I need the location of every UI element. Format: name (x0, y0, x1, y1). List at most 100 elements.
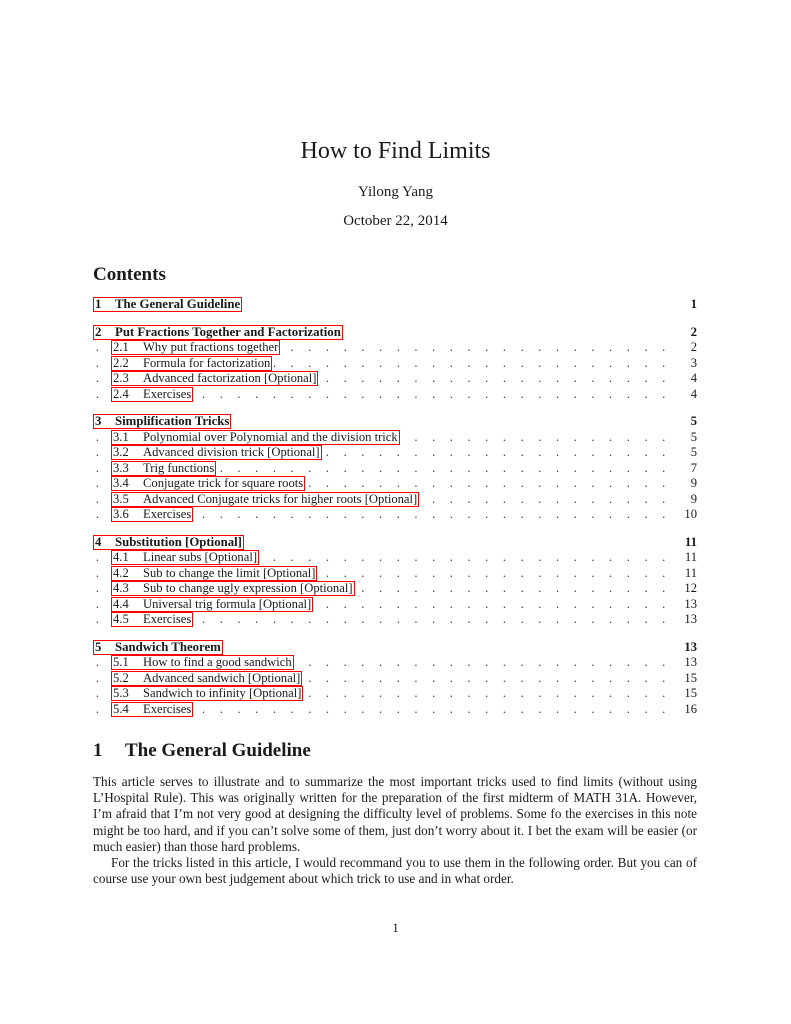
toc-link[interactable]: 2 Put Fractions Together and Factorizatio… (93, 324, 343, 340)
toc-label: Simplification Tricks (115, 414, 230, 428)
toc-link[interactable]: 3.3 Trig functions (111, 460, 217, 476)
toc-page-number: 4 (690, 386, 697, 401)
toc-subsection-2-3: . . . . . . . . . . . . . . . . . . . . … (93, 371, 697, 387)
toc-link[interactable]: 5.1 How to find a good sandwich (111, 655, 294, 670)
toc-number: 4.2 (113, 565, 129, 580)
toc-label: Universal trig formula [Optional] (143, 596, 312, 611)
toc-link[interactable]: 1 The General Guideline (93, 297, 243, 312)
toc-section-3: 3 Simplification Tricks 5 (93, 414, 697, 430)
toc-link[interactable]: 3.5 Advanced Conjugate tricks for higher … (111, 491, 420, 507)
toc-link[interactable]: 3.6 Exercises (111, 507, 194, 522)
table-of-contents: 1 The General Guideline 1 2 Put Fractions To… (93, 297, 697, 717)
toc-label: Advanced Conjugate tricks for higher roo… (143, 491, 418, 506)
toc-subsection-2-4: . . . . . . . . . . . . . . . . . . . . … (93, 386, 697, 403)
toc-label: The General Guideline (115, 297, 241, 311)
section-title: The General Guideline (125, 740, 311, 761)
toc-number: 2.3 (113, 371, 129, 385)
toc-page-number: 12 (684, 581, 697, 595)
toc-number: 3 (95, 414, 102, 428)
toc-label: Advanced division trick [Optional] (143, 445, 320, 459)
document-date: October 22, 2014 (343, 213, 448, 229)
toc-label: Exercises (143, 612, 192, 626)
toc-number: 3.6 (113, 507, 129, 521)
toc-link[interactable]: 4 Substitution [Optional] (93, 534, 244, 550)
toc-label: Substitution [Optional] (115, 534, 242, 549)
section-number: 1 (93, 740, 103, 761)
toc-link[interactable]: 2.3 Advanced factorization [Optional] (111, 371, 319, 386)
toc-label: Formula for factorization (143, 355, 271, 370)
toc-page-number: 16 (684, 701, 697, 716)
toc-link[interactable]: 3.2 Advanced division trick [Optional] (111, 445, 322, 460)
toc-subsection-3-6: . . . . . . . . . . . . . . . . . . . . … (93, 507, 697, 523)
toc-page-number: 11 (684, 550, 697, 564)
toc-number: 4.5 (113, 612, 129, 626)
page-number: 1 (392, 920, 399, 935)
toc-subsection-3-5: . . . . . . . . . . . . . . . . . . . . … (93, 491, 697, 508)
toc-subsection-4-5: . . . . . . . . . . . . . . . . . . . . … (93, 612, 697, 628)
toc-link[interactable]: 5.4 Exercises (111, 701, 194, 717)
toc-page-number: 2 (690, 340, 697, 354)
section-heading: 1 The General Guideline (93, 740, 311, 762)
toc-subsection-5-3: . . . . . . . . . . . . . . . . . . . . … (93, 686, 697, 702)
toc-label: Sandwich to infinity [Optional] (143, 686, 302, 700)
toc-link[interactable]: 5 Sandwich Theorem (93, 639, 223, 655)
toc-page-number: 5 (690, 429, 697, 444)
toc-label: Conjugate trick for square roots (143, 476, 304, 490)
toc-label: How to find a good sandwich (143, 655, 292, 669)
toc-label: Sandwich Theorem (115, 639, 221, 654)
toc-number: 3.2 (113, 445, 129, 459)
contents-heading: Contents (93, 264, 166, 285)
toc-page-number: 10 (684, 507, 697, 521)
toc-number: 4.3 (113, 581, 129, 595)
toc-label: Sub to change the limit [Optional] (143, 565, 316, 580)
toc-link[interactable]: 5.2 Advanced sandwich [Optional] (111, 670, 303, 686)
toc-section-5: 5 Sandwich Theorem 13 (93, 639, 697, 656)
toc-page-number: 15 (684, 686, 697, 700)
toc-page-number: 4 (690, 371, 697, 385)
toc-page-number: 9 (690, 491, 697, 506)
toc-page-number: 13 (684, 655, 697, 669)
toc-number: 3.4 (113, 476, 129, 490)
toc-label: Exercises (143, 507, 192, 521)
toc-section-1: 1 The General Guideline 1 (93, 297, 697, 313)
toc-number: 5 (95, 639, 102, 654)
toc-label: Exercises (143, 701, 192, 716)
toc-link[interactable]: 5.3 Sandwich to infinity [Optional] (111, 686, 304, 701)
toc-link[interactable]: 2.4 Exercises (111, 386, 194, 402)
toc-subsection-2-2: . . . . . . . . . . . . . . . . . . . . … (93, 355, 697, 372)
toc-subsection-3-3: . . . . . . . . . . . . . . . . . . . . … (93, 460, 697, 477)
toc-subsection-5-4: . . . . . . . . . . . . . . . . . . . . … (93, 701, 697, 718)
toc-number: 4 (95, 534, 102, 549)
toc-number: 5.1 (113, 655, 129, 669)
toc-number: 5.3 (113, 686, 129, 700)
toc-number: 3.5 (113, 491, 129, 506)
toc-number: 2.2 (113, 355, 129, 370)
toc-subsection-3-4: . . . . . . . . . . . . . . . . . . . . … (93, 476, 697, 492)
toc-subsection-5-2: . . . . . . . . . . . . . . . . . . . . … (93, 670, 697, 687)
toc-link[interactable]: 3 Simplification Tricks (93, 414, 232, 429)
toc-subsection-5-1: . . . . . . . . . . . . . . . . . . . . … (93, 655, 697, 671)
toc-link[interactable]: 2.2 Formula for factorization (111, 355, 273, 371)
toc-link[interactable]: 4.5 Exercises (111, 612, 194, 627)
toc-link[interactable]: 4.2 Sub to change the limit [Optional] (111, 565, 318, 581)
toc-label: Trig functions (143, 460, 215, 475)
toc-section-2: 2 Put Fractions Together and Factorizatio… (93, 324, 697, 341)
toc-link[interactable]: 2.1 Why put fractions together (111, 340, 281, 355)
toc-number: 2.4 (113, 386, 129, 401)
toc-link[interactable]: 4.4 Universal trig formula [Optional] (111, 596, 314, 612)
toc-link[interactable]: 3.4 Conjugate trick for square roots (111, 476, 306, 491)
toc-page-number: 13 (684, 612, 697, 626)
toc-number: 4.1 (113, 550, 129, 564)
document-title: How to Find Limits (300, 138, 491, 164)
toc-page-number: 3 (690, 355, 697, 370)
paragraph: This article serves to illustrate and to… (93, 774, 697, 854)
toc-link[interactable]: 4.1 Linear subs [Optional] (111, 550, 260, 565)
toc-number: 5.4 (113, 701, 129, 716)
toc-number: 5.2 (113, 670, 129, 685)
toc-link[interactable]: 4.3 Sub to change ugly expression [Option… (111, 581, 355, 596)
toc-link[interactable]: 3.1 Polynomial over Polynomial and the di… (111, 429, 400, 445)
toc-page-number: 13 (684, 639, 697, 654)
toc-section-4: 4 Substitution [Optional] 11 (93, 534, 697, 551)
toc-page-number: 5 (690, 414, 697, 428)
document-author: Yilong Yang (357, 184, 434, 200)
